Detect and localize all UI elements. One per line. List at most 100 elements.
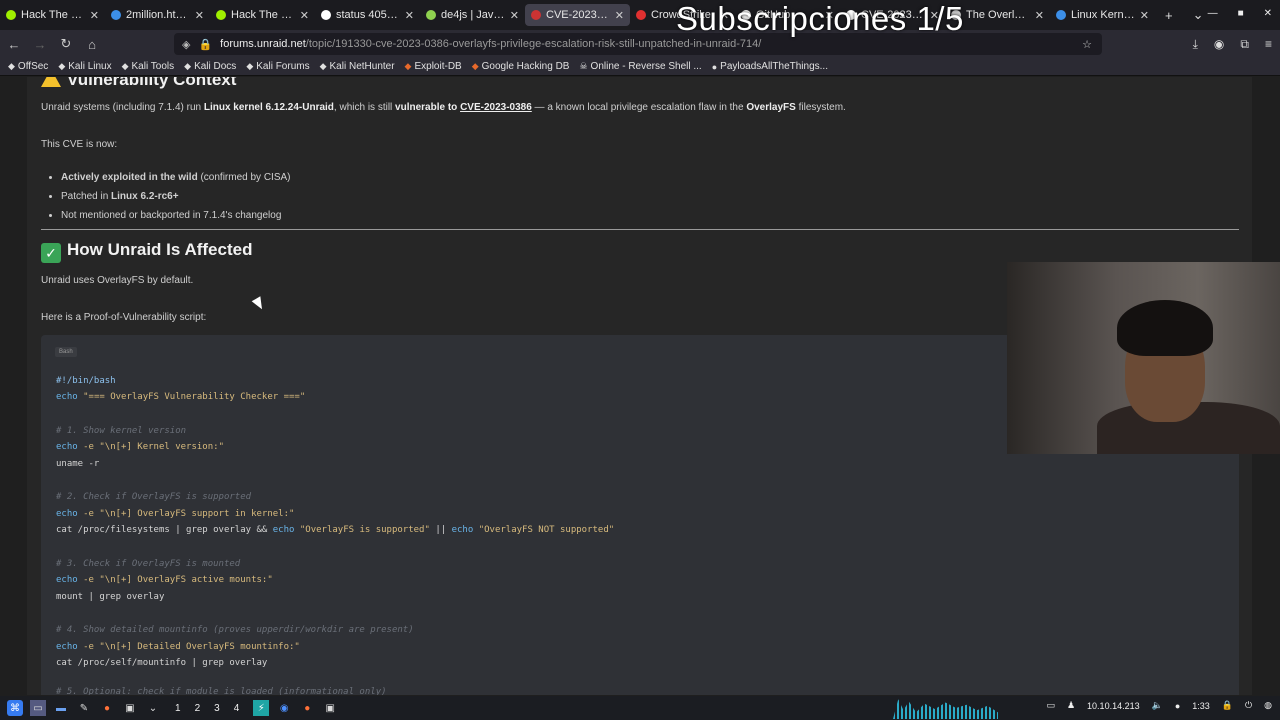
close-tab-icon[interactable]: ✕ (1140, 9, 1149, 22)
bookmark-favicon-icon: ◆ (58, 61, 66, 71)
network-icon[interactable]: ◍ (1264, 700, 1272, 711)
intro-paragraph: Unraid systems (including 7.1.4) run Lin… (41, 102, 846, 113)
workspace-1[interactable]: 1 (175, 703, 181, 714)
tab-favicon-icon (426, 10, 436, 20)
bookmark-item[interactable]: ◆ Kali Docs (184, 61, 236, 72)
lock-screen-icon[interactable]: 🔒 (1222, 700, 1233, 711)
firefox-icon[interactable]: ● (299, 700, 315, 716)
code-token: echo (272, 525, 295, 535)
workspace-4[interactable]: 4 (234, 703, 240, 714)
webcam-overlay (1007, 262, 1280, 454)
bookmark-item[interactable]: ● PayloadsAllTheThings... (712, 61, 828, 72)
new-tab-icon[interactable]: + (1165, 8, 1173, 23)
bookmark-star-icon[interactable]: ☆ (1082, 38, 1092, 51)
uses-overlayfs-text: Unraid uses OverlayFS by default. (41, 275, 194, 286)
maximize-icon[interactable]: ■ (1238, 8, 1244, 19)
list-item: Not mentioned or backported in 7.1.4's c… (61, 207, 291, 226)
bookmark-item[interactable]: ◆ Google Hacking DB (472, 61, 570, 72)
text-editor-icon[interactable]: ✎ (76, 700, 92, 716)
intro-text: filesystem. (795, 102, 846, 113)
chrome-icon[interactable]: ◉ (276, 700, 292, 716)
bookmark-favicon-icon: ◆ (319, 61, 327, 71)
vulnerability-context-heading: Vulnerability Context (41, 77, 236, 90)
tab-title: Linux Kernel O (1071, 9, 1136, 21)
browser-tab-active[interactable]: CVE-2023-038 ✕ (525, 4, 630, 26)
browser-tab[interactable]: status 405 - Bi ✕ (315, 0, 420, 30)
stream-overlay-text: Subscripciones 1/5 (676, 0, 964, 37)
browser-tab[interactable]: 2million.htb/api/v ✕ (105, 0, 210, 30)
file-manager-icon[interactable]: ▬ (53, 700, 69, 716)
code-line: echo -e "\n[+] Kernel version:" (56, 442, 224, 452)
menu-icon[interactable]: ≡ (1265, 37, 1272, 52)
browser-tab-bar: Hack The Box ✕ 2million.htb/api/v ✕ Hack T… (0, 0, 1280, 30)
tab-title: Hack The Box (231, 9, 296, 21)
minimize-icon[interactable]: — (1208, 8, 1218, 19)
bookmark-item[interactable]: ◆ Kali Forums (246, 61, 309, 72)
extensions-icon[interactable]: ⧉ (1240, 37, 1249, 52)
firefox-icon[interactable]: ● (99, 700, 115, 716)
bookmark-favicon-icon: ◆ (471, 61, 479, 71)
bookmark-label: Kali Tools (131, 61, 175, 72)
tab-list-chevron-icon[interactable]: ⌄ (1193, 7, 1204, 23)
tab-favicon-icon (216, 10, 226, 20)
browser-tab[interactable]: de4js | JavaScri ✕ (420, 0, 525, 30)
code-comment: # 3. Check if OverlayFS is mounted (56, 559, 241, 569)
browser-tab[interactable]: Linux Kernel O ✕ (1050, 0, 1155, 30)
close-tab-icon[interactable]: ✕ (615, 9, 624, 22)
bookmark-favicon-icon: ◆ (121, 61, 129, 71)
power-icon[interactable]: ⏻ (1245, 700, 1252, 711)
close-tab-icon[interactable]: ✕ (1035, 9, 1044, 22)
close-tab-icon[interactable]: ✕ (405, 9, 414, 22)
workspace-2[interactable]: 2 (195, 703, 201, 714)
code-token: echo (56, 509, 78, 519)
close-window-icon[interactable]: ✕ (1264, 8, 1272, 19)
reload-icon[interactable]: ↻ (54, 36, 78, 52)
lock-icon[interactable]: 🔒 (198, 38, 212, 51)
list-item-bold: Actively exploited in the wild (61, 172, 198, 183)
bookmarks-bar: ◆ OffSec ◆ Kali Linux ◆ Kali Tools ◆ Kali Do… (0, 58, 1280, 76)
close-tab-icon[interactable]: ✕ (510, 9, 519, 22)
show-desktop-icon[interactable]: ▭ (30, 700, 46, 716)
volume-icon[interactable]: 🔈 (1152, 700, 1163, 711)
active-app-icon[interactable]: ⚡ (253, 700, 270, 716)
chevron-down-icon[interactable]: ⌄ (145, 700, 161, 716)
forward-icon[interactable]: → (28, 37, 52, 52)
browser-tab[interactable]: Hack The Box ✕ (210, 0, 315, 30)
bookmark-item[interactable]: ☠ Online - Reverse Shell ... (579, 61, 701, 72)
code-token: -e "\n[+] OverlayFS support in kernel:" (77, 509, 295, 519)
workspace-3[interactable]: 3 (214, 703, 220, 714)
close-tab-icon[interactable]: ✕ (300, 9, 309, 22)
url-path: /topic/191330-cve-2023-0386-overlayfs-pr… (305, 38, 762, 50)
code-comment: # 1. Show kernel version (56, 426, 187, 436)
notifications-icon[interactable]: ● (1175, 701, 1180, 711)
tab-favicon-icon (636, 10, 646, 20)
user-icon[interactable]: ♟ (1067, 700, 1075, 711)
bookmark-favicon-icon: ◆ (8, 61, 15, 71)
close-tab-icon[interactable]: ✕ (90, 9, 99, 22)
bookmark-item[interactable]: ◆ Kali Tools (122, 61, 175, 72)
kali-menu-icon[interactable]: ⌘ (7, 700, 23, 716)
shield-icon[interactable]: ◈ (182, 38, 190, 51)
bookmark-label: PayloadsAllTheThings... (720, 61, 828, 72)
download-icon[interactable]: ⤓ (1193, 37, 1198, 52)
account-icon[interactable]: ◉ (1214, 37, 1224, 52)
terminal-icon[interactable]: ▣ (122, 700, 138, 716)
bookmark-item[interactable]: ◆ Kali NetHunter (320, 61, 395, 72)
code-language-badge: Bash (55, 347, 77, 357)
bookmark-item[interactable]: ◆ Exploit-DB (405, 61, 462, 72)
bookmark-label: Google Hacking DB (481, 61, 570, 72)
bookmark-item[interactable]: ◆ OffSec (8, 61, 48, 72)
code-line: echo -e "\n[+] OverlayFS support in kern… (56, 509, 294, 519)
skull-icon: ☠ (579, 61, 588, 71)
close-tab-icon[interactable]: ✕ (195, 9, 204, 22)
home-icon[interactable]: ⌂ (80, 37, 104, 52)
code-token: "OverlayFS is supported" (294, 525, 430, 535)
screen-icon[interactable]: ▭ (1046, 700, 1055, 711)
cve-link[interactable]: CVE-2023-0386 (460, 102, 532, 113)
bookmark-item[interactable]: ◆ Kali Linux (58, 61, 111, 72)
back-icon[interactable]: ← (2, 37, 26, 52)
terminal-icon[interactable]: ▣ (322, 700, 338, 716)
browser-tab[interactable]: Hack The Box ✕ (0, 0, 105, 30)
os-taskbar: ⌘ ▭ ▬ ✎ ● ▣ ⌄ 1 2 3 4 ⚡ ◉ ● ▣ ▭ ♟ 10.10.… (0, 696, 1280, 720)
bookmark-label: Online - Reverse Shell ... (590, 61, 702, 72)
